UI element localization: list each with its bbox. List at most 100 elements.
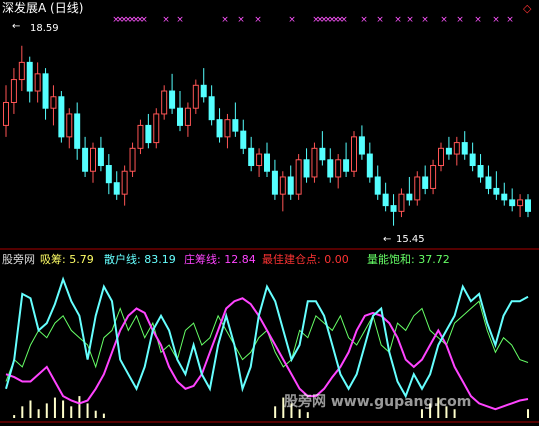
signal-marker: × xyxy=(360,15,368,25)
legend-dealer: 庄筹线: 12.84 xyxy=(184,253,256,266)
indicator-name: 股旁网 xyxy=(2,253,35,266)
candle-body xyxy=(358,136,365,155)
watermark: 股旁网 www.gupang.com xyxy=(284,394,472,410)
candle-body xyxy=(3,101,9,126)
candle-body xyxy=(256,153,263,167)
absorb-bar xyxy=(86,403,89,418)
legend-best-entry: 最佳建仓点: 0.00 xyxy=(262,253,349,266)
legend-value: 37.72 xyxy=(418,253,450,266)
signal-marker: × xyxy=(394,15,402,25)
max-price-arrow: ← xyxy=(12,21,21,32)
candle-body xyxy=(113,182,120,195)
candle-body xyxy=(414,176,421,201)
candle-body xyxy=(18,61,25,81)
candle-body xyxy=(469,153,476,167)
legend-value: 12.84 xyxy=(224,253,256,266)
signal-marker: × xyxy=(288,15,296,25)
signal-marker: × xyxy=(340,15,348,25)
signal-marker: × xyxy=(440,15,448,25)
candle-body xyxy=(461,142,468,155)
signal-marker: × xyxy=(237,15,245,25)
candle-body xyxy=(335,159,342,178)
candle-body xyxy=(224,119,231,138)
candle-body xyxy=(295,159,302,195)
chart-window: × × × × × × × × × × × × × × × × × × × × × × × × × × × × × × × × 深发展A (日… xyxy=(0,0,539,426)
absorb-bar xyxy=(453,409,456,418)
candle-body xyxy=(169,90,176,109)
candle-body xyxy=(438,147,444,167)
retail-line xyxy=(5,276,529,399)
candle-body xyxy=(382,193,389,207)
min-price-arrow: ← xyxy=(383,234,392,245)
dealer-line xyxy=(5,297,529,411)
legend-label: 散户线 xyxy=(104,253,137,266)
signal-marker: × xyxy=(376,15,384,25)
signal-marker: × xyxy=(162,15,170,25)
candle-body xyxy=(343,159,350,172)
legend-retail: 散户线: 83.19 xyxy=(104,253,176,266)
candle-body xyxy=(105,165,112,184)
candle-body xyxy=(477,165,484,178)
legend-absorb: 吸筹: 5.79 xyxy=(40,253,94,266)
signal-marker: × xyxy=(406,15,414,25)
candle-body xyxy=(129,147,136,172)
legend-label: 庄筹线 xyxy=(184,253,217,266)
candle-body xyxy=(90,147,96,172)
candle-body xyxy=(430,165,437,189)
legend-volume-saturation: 量能饱和: 37.72 xyxy=(367,253,450,266)
signal-marker: × xyxy=(176,15,184,25)
candle-body xyxy=(121,170,128,195)
chart-title: 深发展A (日线) xyxy=(2,1,84,15)
candle-body xyxy=(311,147,318,178)
signal-marker: × xyxy=(474,15,482,25)
candle-body xyxy=(50,96,57,109)
candle-body xyxy=(184,107,191,126)
absorb-bar xyxy=(70,406,73,418)
candle-body xyxy=(485,176,492,189)
candle-body xyxy=(303,159,310,178)
absorb-bar xyxy=(306,412,309,418)
candle-body xyxy=(517,199,524,207)
candle-body xyxy=(42,73,49,109)
candle-body xyxy=(82,147,89,172)
absorb-bar xyxy=(29,400,32,418)
absorb-bar xyxy=(527,409,529,418)
candle-body xyxy=(271,170,278,195)
signal-marker: × xyxy=(254,15,262,25)
candle-body xyxy=(248,147,255,167)
absorb-bar xyxy=(420,409,423,418)
candle-body xyxy=(240,130,247,149)
legend-value: 5.79 xyxy=(69,253,94,266)
candle-body xyxy=(192,84,199,109)
absorb-bar xyxy=(274,406,277,418)
signal-marker: × xyxy=(221,15,229,25)
candle-body xyxy=(351,136,357,172)
candle-body xyxy=(390,205,397,212)
candle-body xyxy=(66,113,73,138)
candle-body xyxy=(327,159,334,178)
min-price-label: 15.45 xyxy=(396,234,425,245)
candle-body xyxy=(501,193,508,201)
candle-body xyxy=(200,84,207,98)
legend-value: 83.19 xyxy=(144,253,176,266)
signal-marker: × xyxy=(140,15,148,25)
signal-marker: × xyxy=(506,15,514,25)
candle-body xyxy=(177,107,183,126)
diamond-icon[interactable]: ◇ xyxy=(523,2,531,15)
absorb-bar xyxy=(37,409,40,418)
legend-label: 吸筹 xyxy=(40,253,62,266)
candle-body xyxy=(366,153,373,178)
absorb-bar xyxy=(45,403,48,418)
absorb-bar xyxy=(78,396,81,418)
candle-body xyxy=(374,176,381,195)
candle-body xyxy=(232,119,239,132)
candle-body xyxy=(319,147,326,161)
candle-body xyxy=(145,124,152,144)
legend-label: 量能饱和 xyxy=(367,253,411,266)
absorb-bar xyxy=(21,406,24,418)
candle-body xyxy=(208,96,215,121)
candle-body xyxy=(398,193,405,212)
signal-marker: × xyxy=(492,15,500,25)
chart-canvas: ×××××××× × × × × × × ×××××××× × × × × × × × × × × xyxy=(0,15,539,423)
candle-body xyxy=(34,73,41,92)
